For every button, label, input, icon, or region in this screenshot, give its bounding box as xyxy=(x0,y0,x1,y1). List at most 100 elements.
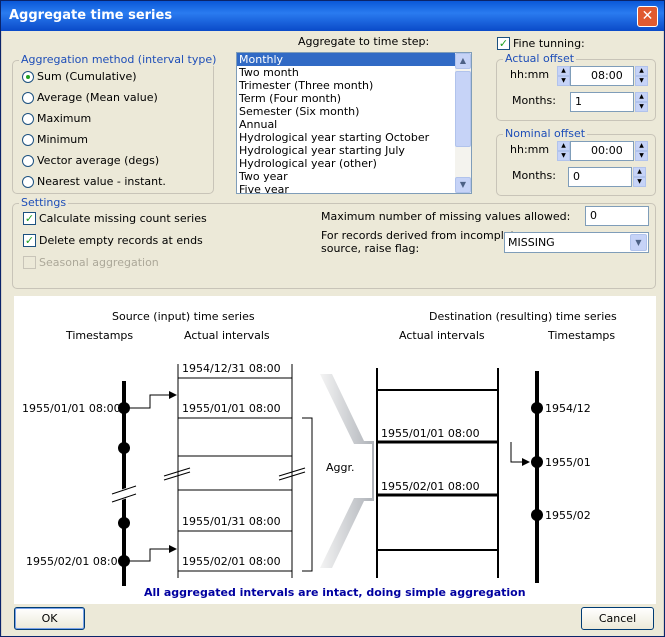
nominal-months-field[interactable]: 0 xyxy=(568,167,632,187)
max-missing-field[interactable]: 0 xyxy=(585,206,649,226)
diagram-svg: Source (input) time series Timestamps Ac… xyxy=(22,310,617,599)
max-missing-value: 0 xyxy=(590,209,597,222)
time-step-list[interactable]: Monthly Two month Trimester (Three month) T… xyxy=(236,52,472,194)
nominal-hhmm-label: hh:mm xyxy=(510,143,550,156)
dst-arrow xyxy=(510,442,530,466)
dialog-client: Aggregation method (interval type) Aggre… xyxy=(2,31,663,636)
delete-empty-label: Delete empty records at ends xyxy=(39,234,203,247)
seasonal-checkbox[interactable] xyxy=(23,256,36,269)
aggregation-radio-3[interactable] xyxy=(22,134,34,146)
time-step-item[interactable]: Two year xyxy=(237,170,471,183)
aggregation-radio-5[interactable] xyxy=(22,176,34,188)
aggregation-radio-label: Maximum xyxy=(37,112,92,125)
dst-point xyxy=(531,456,543,468)
fine-tuning-label: Fine tunning: xyxy=(513,37,585,50)
src-interval-label-1: 1954/12/31 08:00 xyxy=(182,362,281,375)
aggregation-radio-label: Nearest value - instant. xyxy=(37,175,166,188)
src-point xyxy=(118,442,130,454)
src-arrow-2 xyxy=(130,545,177,562)
src-point xyxy=(118,517,130,529)
time-step-item[interactable]: Hydrological year (other) xyxy=(237,157,471,170)
dst-interval-label-1: 1955/01/01 08:00 xyxy=(381,427,480,440)
settings-legend: Settings xyxy=(19,196,69,209)
time-step-scrollbar[interactable]: ▲ ▼ xyxy=(455,53,471,193)
delete-empty-checkbox[interactable]: ✓ xyxy=(23,234,36,247)
nominal-hhmm-spinner[interactable]: ▲ ▼ xyxy=(557,141,570,161)
actual-hhmm-spinner[interactable]: ▲ ▼ xyxy=(557,66,570,86)
max-missing-label: Maximum number of missing values allowed… xyxy=(321,210,571,223)
src-timestamps-header: Timestamps xyxy=(65,329,133,342)
time-step-item[interactable]: Five year xyxy=(237,183,471,193)
aggregation-bracket xyxy=(302,417,313,572)
actual-hhmm-value: 08:00 xyxy=(591,69,623,82)
src-interval-label-2: 1955/01/01 08:00 xyxy=(182,402,281,415)
time-step-item[interactable]: Annual xyxy=(237,118,471,131)
actual-hhmm-spinner-right[interactable]: ▲ ▼ xyxy=(635,66,648,86)
time-step-item[interactable]: Semester (Six month) xyxy=(237,105,471,118)
src-axis-break-gap xyxy=(110,485,138,503)
aggregation-radio-label: Average (Mean value) xyxy=(37,91,158,104)
nominal-hhmm-spinner-right[interactable]: ▲ ▼ xyxy=(635,141,648,161)
actual-hhmm-field[interactable]: 08:00 xyxy=(570,66,634,86)
actual-months-label: Months: xyxy=(512,94,556,107)
dst-point xyxy=(531,402,543,414)
calc-missing-label: Calculate missing count series xyxy=(39,212,207,225)
actual-hhmm-label: hh:mm xyxy=(510,68,550,81)
src-arrow-1 xyxy=(130,391,177,409)
fine-tuning-checkbox[interactable]: ✓ xyxy=(497,37,510,50)
src-timestamp-1: 1955/01/01 08:00 xyxy=(22,402,121,415)
aggregation-radio-4[interactable] xyxy=(22,155,34,167)
aggregation-radio-0[interactable] xyxy=(22,71,34,83)
time-step-item[interactable]: Term (Four month) xyxy=(237,92,471,105)
time-step-label: Aggregate to time step: xyxy=(298,35,430,48)
dst-timestamp-3: 1955/02 xyxy=(545,509,591,522)
actual-months-spinner[interactable]: ▲ ▼ xyxy=(635,92,648,112)
close-button[interactable]: ✕ xyxy=(637,6,658,27)
src-intervals-header: Actual intervals xyxy=(184,329,270,342)
close-icon: ✕ xyxy=(641,8,654,24)
src-timestamp-2: 1955/02/01 08:00 xyxy=(26,555,125,568)
src-interval-label-4: 1955/02/01 08:00 xyxy=(182,555,281,568)
actual-offset-legend: Actual offset xyxy=(503,52,577,65)
cancel-button[interactable]: Cancel xyxy=(581,607,654,630)
flag-select[interactable]: MISSING ▼ xyxy=(504,232,649,253)
src-interval-label-3: 1955/01/31 08:00 xyxy=(182,515,281,528)
aggregation-radio-label: Minimum xyxy=(37,133,88,146)
nominal-hhmm-field[interactable]: 00:00 xyxy=(570,141,634,161)
title-bar[interactable]: Aggregate time series ✕ xyxy=(1,1,664,31)
nominal-months-value: 0 xyxy=(573,170,580,183)
seasonal-label: Seasonal aggregation xyxy=(39,256,159,269)
actual-months-field[interactable]: 1 xyxy=(570,92,634,112)
scroll-up-icon[interactable]: ▲ xyxy=(455,53,471,69)
aggregation-diagram: Source (input) time series Timestamps Ac… xyxy=(14,296,656,604)
nominal-hhmm-value: 00:00 xyxy=(591,144,623,157)
aggregation-method-legend: Aggregation method (interval type) xyxy=(19,53,219,66)
calc-missing-checkbox[interactable]: ✓ xyxy=(23,212,36,225)
flag-label-line2: source, raise flag: xyxy=(321,242,420,255)
time-step-item[interactable]: Hydrological year starting July xyxy=(237,144,471,157)
source-title: Source (input) time series xyxy=(112,310,255,323)
aggregation-radio-2[interactable] xyxy=(22,113,34,125)
nominal-months-label: Months: xyxy=(512,169,556,182)
time-step-item[interactable]: Monthly xyxy=(237,53,471,66)
window-title: Aggregate time series xyxy=(9,8,173,23)
time-step-item[interactable]: Two month xyxy=(237,66,471,79)
aggregation-radio-label: Vector average (degs) xyxy=(37,154,160,167)
time-step-item[interactable]: Hydrological year starting October xyxy=(237,131,471,144)
aggregation-radio-1[interactable] xyxy=(22,92,34,104)
dst-timestamp-1: 1954/12 xyxy=(545,402,591,415)
actual-months-value: 1 xyxy=(575,95,582,108)
dst-timestamp-2: 1955/01 xyxy=(545,456,591,469)
time-step-item[interactable]: Trimester (Three month) xyxy=(237,79,471,92)
scroll-down-icon[interactable]: ▼ xyxy=(455,177,471,193)
nominal-months-spinner[interactable]: ▲ ▼ xyxy=(633,167,646,187)
dst-intervals-header: Actual intervals xyxy=(399,329,485,342)
aggr-label: Aggr. xyxy=(326,461,355,474)
scroll-thumb[interactable] xyxy=(455,71,471,147)
dst-timestamps-header: Timestamps xyxy=(547,329,615,342)
dst-interval-label-2: 1955/02/01 08:00 xyxy=(381,480,480,493)
nominal-offset-legend: Nominal offset xyxy=(503,127,588,140)
dst-point xyxy=(531,509,543,521)
ok-button[interactable]: OK xyxy=(14,607,85,630)
chevron-down-icon[interactable]: ▼ xyxy=(630,234,647,251)
